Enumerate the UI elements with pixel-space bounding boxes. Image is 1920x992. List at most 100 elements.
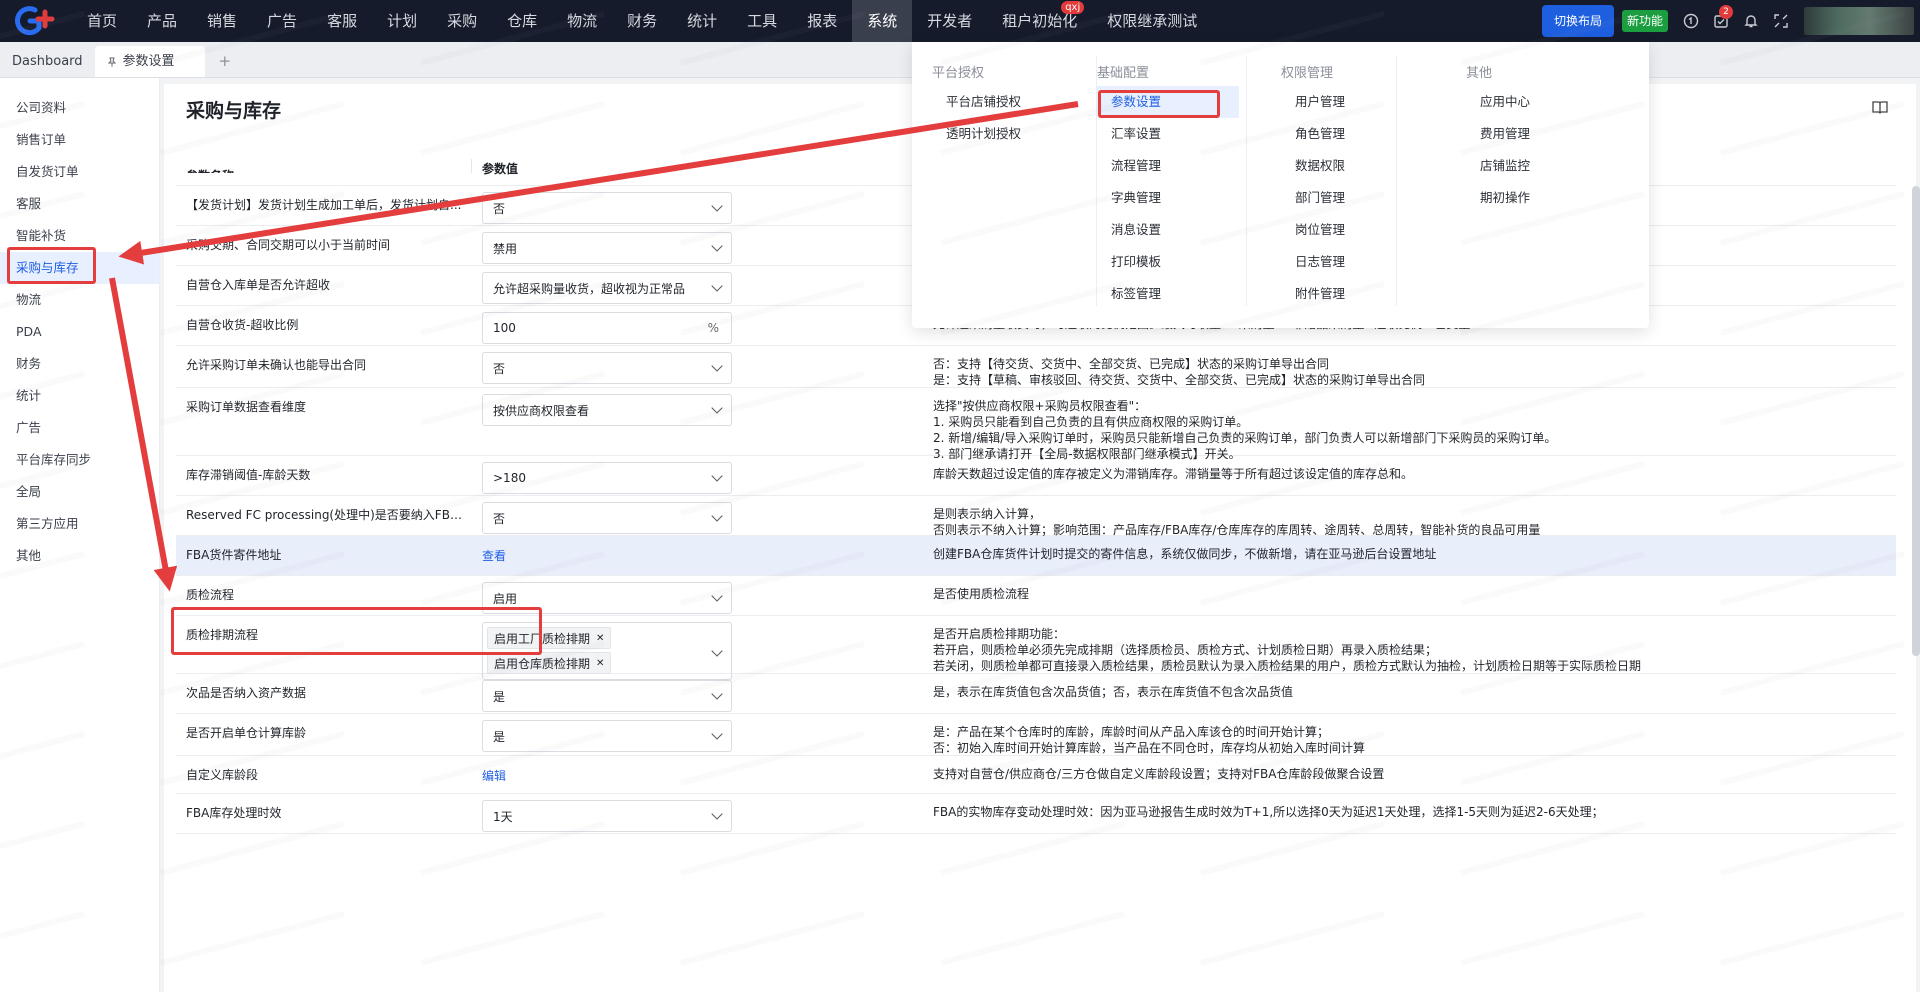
sidebar-item[interactable]: 全局	[0, 476, 159, 508]
new-feature-button[interactable]: 新功能	[1621, 10, 1668, 32]
menu-item[interactable]: 日志管理	[1281, 246, 1421, 278]
logo-icon	[15, 6, 55, 36]
param-select[interactable]: 按供应商权限查看	[482, 394, 732, 426]
nav-item[interactable]: 系统	[852, 0, 913, 42]
nav-item[interactable]: 首页	[72, 0, 132, 42]
nav-item[interactable]: 报表	[792, 0, 852, 42]
description-line: 是：支持【草稿、审核驳回、待交货、交货中、全部交货、已完成】状态的采购订单导出合…	[933, 373, 1426, 387]
menu-column-title: 其他	[1466, 66, 1493, 81]
menu-item[interactable]: 店铺监控	[1466, 150, 1626, 182]
book-icon[interactable]	[1872, 100, 1888, 114]
sidebar-item[interactable]: 广告	[0, 412, 159, 444]
sidebar-item[interactable]: 物流	[0, 284, 159, 316]
nav-item[interactable]: 开发者	[912, 0, 987, 42]
menu-item[interactable]: 岗位管理	[1281, 214, 1421, 246]
menu-item[interactable]: 打印模板	[1097, 246, 1239, 278]
sidebar-item[interactable]: PDA	[0, 316, 159, 348]
param-value: >180	[493, 471, 526, 485]
sidebar-item[interactable]: 平台库存同步	[0, 444, 159, 476]
nav-item[interactable]: 租户初始化 qxj	[987, 0, 1092, 42]
sidebar-item[interactable]: 其他	[0, 540, 159, 572]
menu-item[interactable]: 应用中心	[1466, 86, 1626, 118]
nav-item[interactable]: 客服	[312, 0, 372, 42]
menu-item[interactable]: 附件管理	[1281, 278, 1421, 310]
nav-item[interactable]: 统计	[672, 0, 732, 42]
param-select[interactable]: 允许超采购量收货，超收视为正常品	[482, 272, 732, 304]
menu-item[interactable]: 角色管理	[1281, 118, 1421, 150]
param-select[interactable]: 是	[482, 720, 732, 752]
description-line: 是否开启质检排期功能：	[933, 627, 1066, 641]
param-select[interactable]: 禁用	[482, 232, 732, 264]
menu-item[interactable]: 流程管理	[1097, 150, 1239, 182]
menu-item[interactable]: 字典管理	[1097, 182, 1239, 214]
param-number-input[interactable]: 100%	[482, 312, 732, 344]
description-line: 库龄天数超过设定值的库存被定义为滞销库存。滞销量等于所有超过该设定值的库存总和。	[933, 467, 1414, 481]
sidebar-item[interactable]: 销售订单	[0, 124, 159, 156]
chevron-down-icon	[711, 510, 723, 522]
description-line: 2. 新增/编辑/导入采购订单时，采购员只能新增自己负责的采购订单，部门负责人可…	[933, 431, 1557, 445]
nav-item[interactable]: 采购	[432, 0, 492, 42]
nav-item[interactable]: 工具	[732, 0, 792, 42]
menu-item[interactable]: 透明计划授权	[932, 118, 1092, 150]
nav-item[interactable]: 产品	[132, 0, 192, 42]
nav-item[interactable]: 广告	[252, 0, 312, 42]
description-line: FBA的实物库存变动处理时效：因为亚马逊报告生成时效为T+1,所以选择0天为延迟…	[933, 805, 1604, 819]
menu-item[interactable]: 用户管理	[1281, 86, 1421, 118]
param-select[interactable]: 否	[482, 192, 732, 224]
add-tab-button[interactable]: +	[205, 46, 246, 77]
help-icon[interactable]	[1676, 0, 1706, 42]
table-row: FBA库存处理时效 1天 FBA的实物库存变动处理时效：因为亚马逊报告生成时效为T+…	[176, 794, 1896, 834]
sidebar-item[interactable]: 财务	[0, 348, 159, 380]
menu-item[interactable]: 数据权限	[1281, 150, 1421, 182]
nav-item[interactable]: 销售	[192, 0, 252, 42]
menu-item[interactable]: 标签管理	[1097, 278, 1239, 310]
task-count-badge: 2	[1719, 5, 1733, 19]
task-icon[interactable]: 2	[1706, 0, 1736, 42]
switch-layout-button[interactable]: 切换布局	[1541, 5, 1614, 37]
menu-item[interactable]: 部门管理	[1281, 182, 1421, 214]
menu-item[interactable]: 消息设置	[1097, 214, 1239, 246]
table-row: 采购订单数据查看维度 按供应商权限查看 选择"按供应商权限+采购员权限查看"： 1. …	[176, 388, 1896, 461]
param-select[interactable]: 是	[482, 680, 732, 712]
param-name: 自营仓入库单是否允许超收	[186, 278, 331, 292]
nav-item[interactable]: 计划	[372, 0, 432, 42]
table-row: 库存滞销阈值-库龄天数 >180 库龄天数超过设定值的库存被定义为滞销库存。滞销量等…	[176, 456, 1896, 496]
sidebar-item[interactable]: 客服	[0, 188, 159, 220]
sidebar-item[interactable]: 自发货订单	[0, 156, 159, 188]
param-value-cell: 编辑	[472, 756, 925, 793]
fullscreen-icon[interactable]	[1766, 0, 1796, 42]
description-line: 若开启，则质检单必须先完成排期（选择质检员、质检方式、计划质检日期）再录入质检结…	[933, 643, 1438, 657]
param-value: 否	[493, 511, 506, 526]
description-line: 是：产品在某个仓库时的库龄，库龄时间从产品入库该仓的时间开始计算；	[933, 725, 1330, 739]
param-select[interactable]: 否	[482, 352, 732, 384]
param-select[interactable]: 1天	[482, 800, 732, 832]
param-link[interactable]: 编辑	[482, 762, 506, 784]
menu-item[interactable]: 费用管理	[1466, 118, 1626, 150]
nav-item[interactable]: 财务	[612, 0, 672, 42]
pin-icon[interactable]	[107, 57, 117, 67]
logo[interactable]	[0, 0, 72, 42]
bell-icon[interactable]	[1736, 0, 1766, 42]
menu-item[interactable]: 汇率设置	[1097, 118, 1239, 150]
sidebar-item[interactable]: 公司资料	[0, 92, 159, 124]
user-avatar[interactable]	[1804, 7, 1914, 35]
description-line: 否：支持【待交货、交货中、全部交货、已完成】状态的采购订单导出合同	[933, 357, 1330, 371]
remove-tag-icon[interactable]: ✕	[596, 658, 604, 669]
nav-right: 切换布局 新功能 2	[1541, 0, 1920, 42]
sidebar-item[interactable]: 第三方应用	[0, 508, 159, 540]
nav-item[interactable]: 仓库	[492, 0, 552, 42]
menu-item[interactable]: 平台店铺授权	[932, 86, 1092, 118]
scrollbar[interactable]	[1912, 186, 1920, 656]
param-select[interactable]: 否	[482, 502, 732, 534]
remove-tag-icon[interactable]: ✕	[596, 633, 604, 644]
param-select[interactable]: >180	[482, 462, 732, 494]
nav-item[interactable]: 物流	[552, 0, 612, 42]
param-link[interactable]: 查看	[482, 542, 506, 564]
annotation-box-fba-address	[171, 607, 542, 655]
param-value: 禁用	[493, 241, 518, 256]
nav-item[interactable]: 权限继承测试	[1092, 0, 1212, 42]
sidebar-item[interactable]: 统计	[0, 380, 159, 412]
tab-parameter-settings[interactable]: 参数设置	[94, 46, 205, 77]
menu-item[interactable]: 期初操作	[1466, 182, 1626, 214]
tab-dashboard[interactable]: Dashboard	[0, 46, 95, 77]
